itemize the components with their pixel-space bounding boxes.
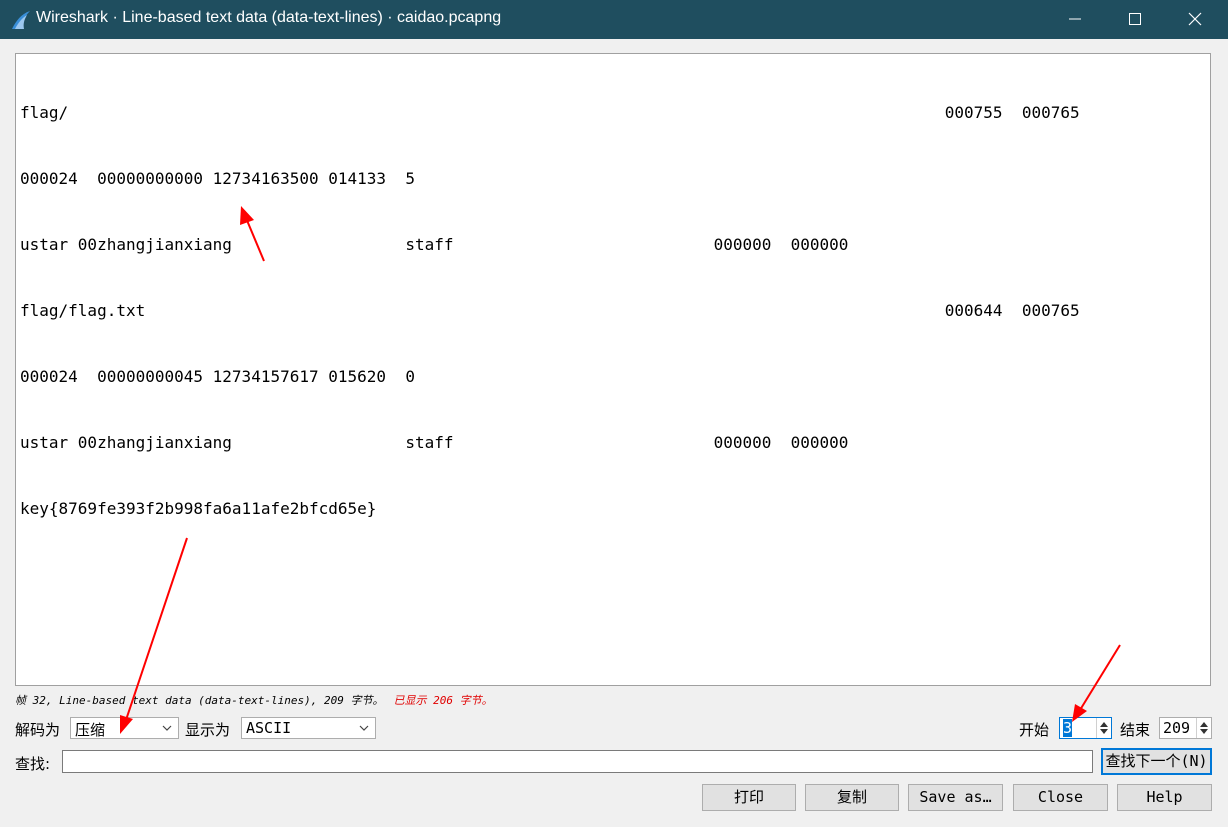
status-text: 帧 32, Line-based text data (data-text-li… <box>15 694 384 707</box>
maximize-button[interactable] <box>1106 0 1166 39</box>
spin-down-icon <box>1200 729 1208 734</box>
start-spinbox[interactable]: 3 <box>1059 717 1112 739</box>
spin-up-icon <box>1200 722 1208 727</box>
end-label: 结束 <box>1120 721 1151 739</box>
save-as-button[interactable]: Save as… <box>908 784 1003 811</box>
text-content: flag/ 000755 000765 000024 00000000000 1… <box>20 58 1206 681</box>
text-data-view[interactable]: flag/ 000755 000765 000024 00000000000 1… <box>15 53 1211 686</box>
end-spinbox[interactable]: 209 <box>1159 717 1212 739</box>
text-line: 000024 00000000000 12734163500 014133 5 <box>20 169 415 188</box>
close-button[interactable]: Close <box>1013 784 1108 811</box>
chevron-down-icon <box>162 725 172 731</box>
end-spin-arrows[interactable] <box>1196 718 1211 738</box>
decode-as-value: 压缩 <box>75 721 106 739</box>
close-icon <box>1188 12 1202 26</box>
status-line: 帧 32, Line-based text data (data-text-li… <box>15 692 493 708</box>
start-value: 3 <box>1063 719 1073 737</box>
print-button[interactable]: 打印 <box>702 784 796 811</box>
minimize-button[interactable] <box>1046 0 1106 39</box>
find-next-button[interactable]: 查找下一个(N) <box>1101 748 1212 775</box>
copy-button[interactable]: 复制 <box>805 784 899 811</box>
text-line: flag/flag.txt 000644 000765 <box>20 301 1080 320</box>
text-line: flag/ 000755 000765 <box>20 103 1080 122</box>
wireshark-fin-icon <box>12 11 30 29</box>
start-label: 开始 <box>1019 721 1050 739</box>
text-line: ustar 00zhangjianxiang staff 000000 0000… <box>20 235 849 254</box>
decode-as-label: 解码为 <box>15 721 61 739</box>
find-input[interactable] <box>62 750 1093 773</box>
show-as-value: ASCII <box>246 719 292 737</box>
end-value: 209 <box>1163 719 1191 737</box>
chevron-down-icon <box>359 725 369 731</box>
minimize-icon <box>1069 18 1081 20</box>
decode-as-select[interactable]: 压缩 <box>70 717 179 739</box>
show-as-label: 显示为 <box>185 721 231 739</box>
spin-up-icon <box>1100 722 1108 727</box>
key-line: key{8769fe393f2b998fa6a11afe2bfcd65e} <box>20 499 377 518</box>
spin-down-icon <box>1100 729 1108 734</box>
show-as-select[interactable]: ASCII <box>241 717 376 739</box>
window-title: Wireshark · Line-based text data (data-t… <box>36 9 502 26</box>
maximize-icon <box>1129 13 1141 25</box>
text-line: 000024 00000000045 12734157617 015620 0 <box>20 367 415 386</box>
text-line: ustar 00zhangjianxiang staff 000000 0000… <box>20 433 849 452</box>
close-window-button[interactable] <box>1166 0 1226 39</box>
status-shown-bytes: 已显示 206 字节。 <box>393 694 493 707</box>
start-spin-arrows[interactable] <box>1096 718 1111 738</box>
title-bar: Wireshark · Line-based text data (data-t… <box>0 0 1228 39</box>
find-label: 查找: <box>15 755 51 773</box>
help-button[interactable]: Help <box>1117 784 1212 811</box>
